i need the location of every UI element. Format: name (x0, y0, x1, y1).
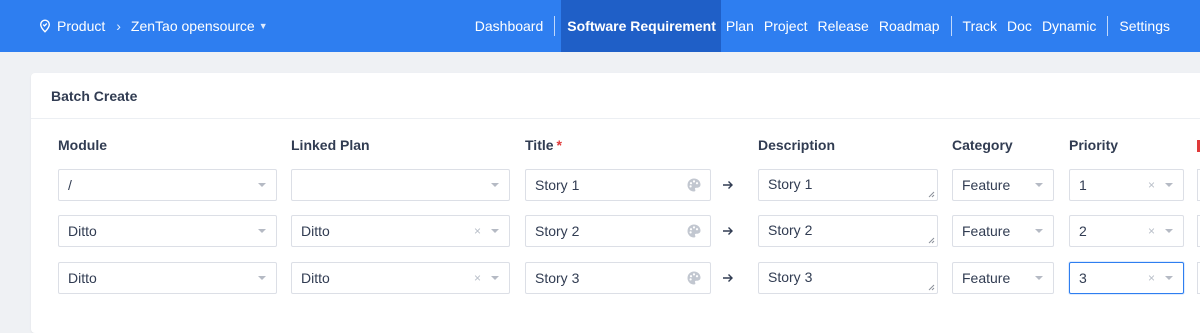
location-pin-icon (38, 19, 52, 33)
nav-divider (1107, 16, 1109, 36)
nav-dashboard[interactable]: Dashboard (475, 0, 549, 52)
module-value: Ditto (68, 270, 97, 286)
module-select[interactable]: Ditto (58, 262, 277, 294)
title-input[interactable]: Story 1 (525, 169, 711, 201)
title-input[interactable]: Story 2 (525, 215, 711, 247)
nav-track[interactable]: Track (958, 0, 1002, 52)
category-value: Feature (962, 223, 1011, 239)
dropdown-caret-icon (1035, 229, 1043, 233)
resize-grip-icon[interactable] (927, 283, 935, 291)
column-header-description: Description (758, 137, 836, 153)
nav-divider (950, 16, 952, 36)
column-header-module: Module (58, 137, 107, 153)
chevron-right-icon: › (116, 18, 121, 34)
nav-software-requirement[interactable]: Software Requirement (561, 0, 721, 52)
main-nav: Dashboard Software Requirement Plan Proj… (475, 0, 1200, 52)
clear-icon[interactable]: × (1148, 224, 1155, 238)
dropdown-caret-icon (1165, 183, 1173, 187)
batch-create-panel: Batch Create (31, 73, 1200, 333)
nav-divider (554, 16, 556, 36)
priority-value: 1 (1079, 177, 1087, 193)
resize-grip-icon[interactable] (927, 236, 935, 244)
top-navbar: Product › ZenTao opensource ▼ Dashboard … (0, 0, 1200, 52)
nav-release[interactable]: Release (812, 0, 873, 52)
module-value: / (68, 177, 72, 193)
dropdown-caret-icon (491, 229, 499, 233)
category-value: Feature (962, 177, 1011, 193)
category-select[interactable]: Feature (952, 215, 1054, 247)
arrow-right-icon (723, 274, 733, 282)
description-value: Story 1 (768, 176, 813, 192)
clear-icon[interactable]: × (1148, 178, 1155, 192)
priority-select[interactable]: 3 × (1069, 262, 1184, 294)
chevron-down-icon[interactable]: ▼ (259, 21, 268, 31)
nav-doc[interactable]: Doc (1002, 0, 1037, 52)
nav-plan[interactable]: Plan (721, 0, 759, 52)
required-mark: * (556, 137, 562, 153)
dropdown-caret-icon (1035, 276, 1043, 280)
column-header-linked-plan: Linked Plan (291, 137, 370, 153)
resize-grip-icon[interactable] (927, 190, 935, 198)
linked-plan-select[interactable]: Ditto × (291, 215, 510, 247)
module-select[interactable]: Ditto (58, 215, 277, 247)
palette-icon[interactable] (686, 223, 702, 239)
palette-icon[interactable] (686, 270, 702, 286)
column-header-priority: Priority (1069, 137, 1119, 153)
breadcrumb: Product › ZenTao opensource ▼ (38, 0, 268, 52)
clear-icon[interactable]: × (1148, 271, 1155, 285)
description-textarea[interactable]: Story 3 (758, 262, 938, 294)
clear-icon[interactable]: × (474, 271, 481, 285)
priority-select[interactable]: 2 × (1069, 215, 1184, 247)
column-header-title-label: Title (525, 137, 554, 153)
dropdown-caret-icon (1165, 229, 1173, 233)
dropdown-caret-icon (258, 229, 266, 233)
category-select[interactable]: Feature (952, 169, 1054, 201)
title-input[interactable]: Story 3 (525, 262, 711, 294)
nav-dynamic[interactable]: Dynamic (1037, 0, 1101, 52)
title-value: Story 1 (535, 177, 580, 193)
module-value: Ditto (68, 223, 97, 239)
module-select[interactable]: / (58, 169, 277, 201)
dropdown-caret-icon (258, 276, 266, 280)
linked-plan-select[interactable] (291, 169, 510, 201)
linked-plan-select[interactable]: Ditto × (291, 262, 510, 294)
category-value: Feature (962, 270, 1011, 286)
priority-select[interactable]: 1 × (1069, 169, 1184, 201)
breadcrumb-product[interactable]: Product (57, 18, 105, 34)
panel-title: Batch Create (31, 73, 1200, 119)
dropdown-caret-icon (491, 276, 499, 280)
nav-settings[interactable]: Settings (1114, 0, 1200, 52)
column-header-category: Category (952, 137, 1013, 153)
title-value: Story 3 (535, 270, 580, 286)
column-header-title: Title * (525, 137, 562, 153)
title-value: Story 2 (535, 223, 580, 239)
arrow-right-icon (723, 227, 733, 235)
description-value: Story 2 (768, 222, 813, 238)
nav-roadmap[interactable]: Roadmap (874, 0, 945, 52)
category-select[interactable]: Feature (952, 262, 1054, 294)
palette-icon[interactable] (686, 177, 702, 193)
description-textarea[interactable]: Story 1 (758, 169, 938, 201)
nav-project[interactable]: Project (759, 0, 813, 52)
linked-plan-value: Ditto (301, 270, 330, 286)
priority-value: 3 (1079, 270, 1087, 286)
priority-value: 2 (1079, 223, 1087, 239)
breadcrumb-project-switcher[interactable]: ZenTao opensource (131, 18, 255, 34)
dropdown-caret-icon (491, 183, 499, 187)
dropdown-caret-icon (1165, 276, 1173, 280)
dropdown-caret-icon (1035, 183, 1043, 187)
arrow-right-icon (723, 181, 733, 189)
dropdown-caret-icon (258, 183, 266, 187)
description-value: Story 3 (768, 269, 813, 285)
description-textarea[interactable]: Story 2 (758, 215, 938, 247)
linked-plan-value: Ditto (301, 223, 330, 239)
clear-icon[interactable]: × (474, 224, 481, 238)
